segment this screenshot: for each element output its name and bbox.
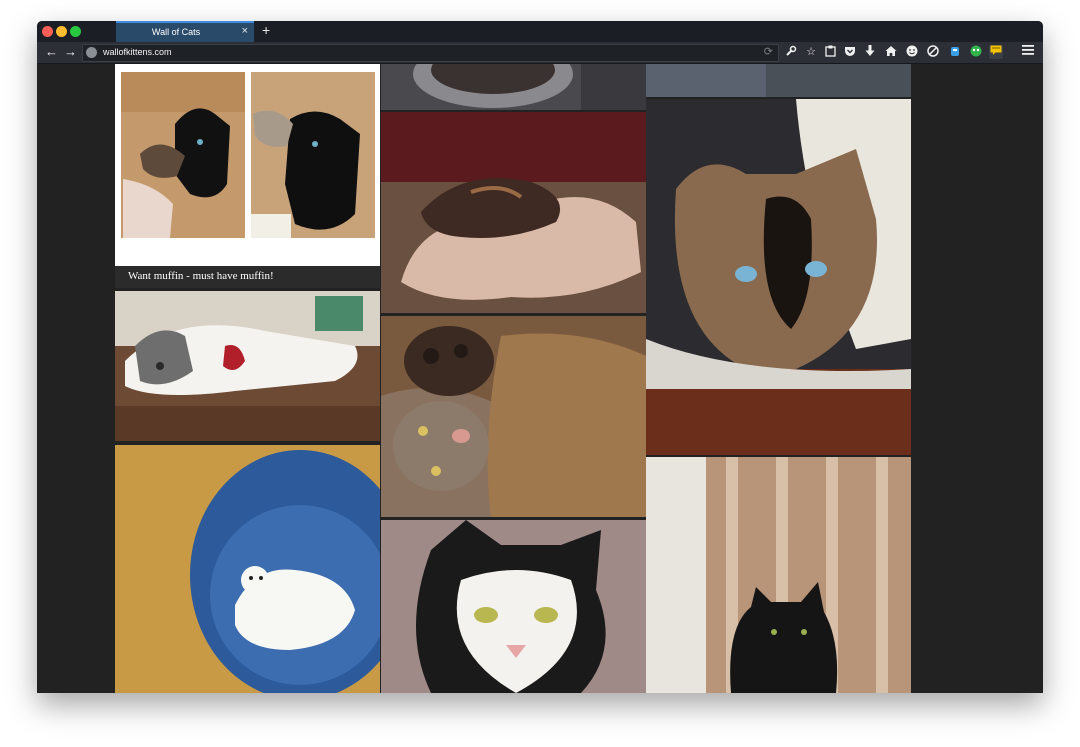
- cat-photo-sleeping-on-blanket[interactable]: [381, 112, 646, 313]
- caption-text: Want muffin - must have muffin!: [128, 270, 274, 282]
- minimize-window-button[interactable]: [56, 26, 67, 37]
- back-button[interactable]: ←: [45, 44, 58, 60]
- globe-icon: [86, 47, 97, 58]
- new-tab-button[interactable]: +: [262, 22, 270, 38]
- note-icon[interactable]: [989, 45, 1003, 59]
- address-bar[interactable]: wallofkittens.com ⟳: [82, 44, 779, 62]
- wall-of-cats-page: Want muffin - must have muffin!: [37, 64, 1043, 693]
- maximize-window-button[interactable]: [70, 26, 81, 37]
- wrench-icon[interactable]: [784, 45, 798, 59]
- cat-photo-black-cat-window[interactable]: [646, 457, 911, 693]
- download-icon[interactable]: [863, 45, 877, 59]
- cat-photo-tortoiseshell[interactable]: [646, 99, 911, 455]
- url-text[interactable]: wallofkittens.com: [103, 47, 172, 57]
- title-bar: Wall of Cats × +: [37, 21, 1043, 42]
- tab-wall-of-cats[interactable]: Wall of Cats ×: [116, 21, 254, 42]
- star-icon[interactable]: ☆: [804, 45, 818, 59]
- cat-photo-tabby-paw-up[interactable]: [381, 316, 646, 517]
- cat-photo-lying-on-table[interactable]: [115, 291, 380, 441]
- cat-photo-partial-top[interactable]: [381, 64, 646, 110]
- browser-window: Wall of Cats × + ← → wallofkittens.com ⟳…: [37, 21, 1043, 693]
- home-icon[interactable]: [884, 45, 898, 59]
- tab-title: Wall of Cats: [151, 27, 201, 37]
- cat-photo-partial-top-right[interactable]: [646, 64, 911, 97]
- reload-button[interactable]: ⟳: [764, 45, 773, 58]
- forward-button[interactable]: →: [64, 44, 77, 60]
- pocket-icon[interactable]: [843, 45, 857, 59]
- extension-icon[interactable]: [948, 45, 962, 59]
- clipboard-icon[interactable]: [823, 45, 837, 59]
- cat-photo-white-in-blue-basket[interactable]: [115, 445, 380, 693]
- close-tab-icon[interactable]: ×: [242, 25, 248, 37]
- close-window-button[interactable]: [42, 26, 53, 37]
- cat-photo-muffin[interactable]: [115, 64, 380, 266]
- navigation-bar: ← → wallofkittens.com ⟳ ☆: [37, 42, 1043, 64]
- cat-photo-black-white-face[interactable]: [381, 520, 646, 693]
- photo-caption: Want muffin - must have muffin!: [115, 266, 380, 288]
- emoji-icon[interactable]: [905, 45, 919, 59]
- ghostery-icon[interactable]: [969, 45, 983, 59]
- menu-icon[interactable]: [1021, 45, 1035, 59]
- no-sign-icon[interactable]: [926, 45, 940, 59]
